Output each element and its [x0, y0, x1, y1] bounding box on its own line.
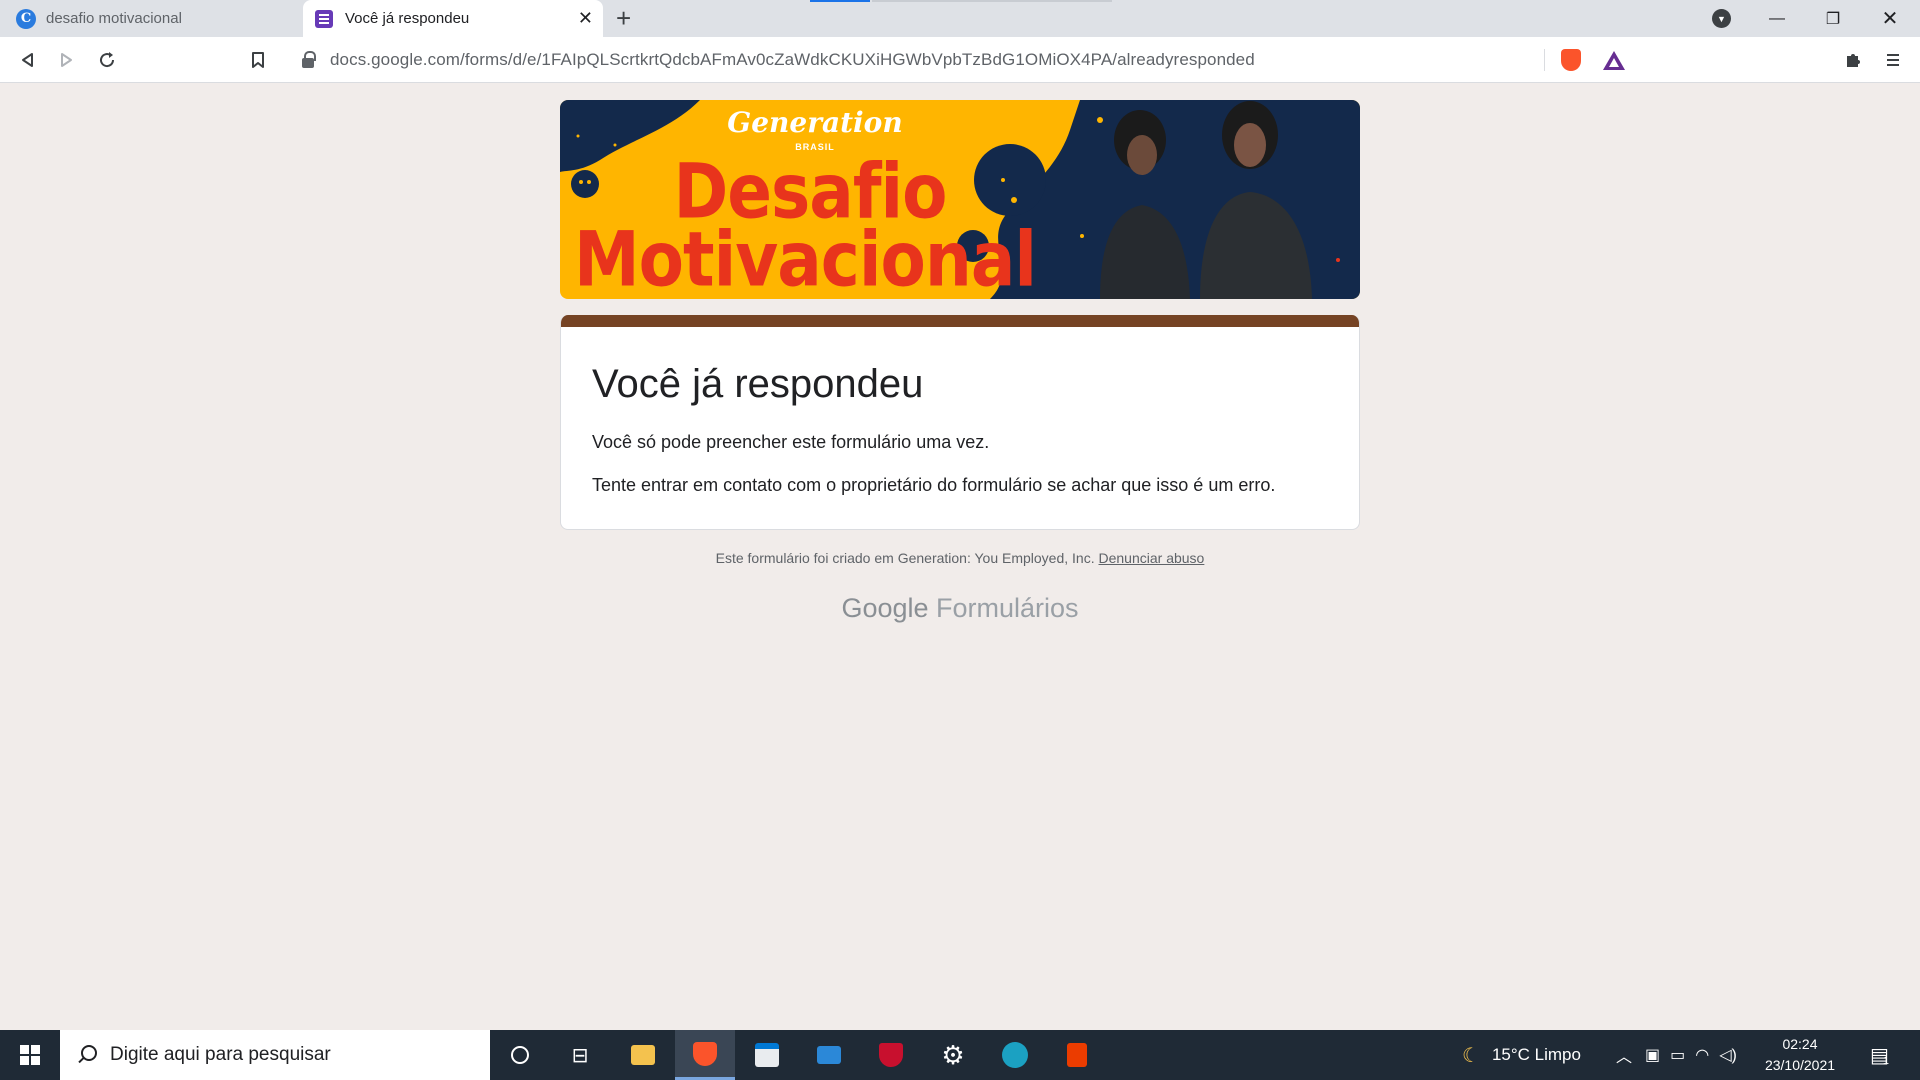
store-button[interactable] [737, 1030, 797, 1080]
task-view-icon: ⊟ [571, 1044, 589, 1067]
arrow-left-icon [22, 53, 33, 67]
arrow-right-icon [61, 53, 72, 67]
store-icon [755, 1043, 779, 1067]
mcafee-button[interactable] [861, 1030, 921, 1080]
reload-icon [100, 52, 115, 68]
created-by-text: Este formulário foi criado em Generation… [715, 550, 1095, 566]
app-button[interactable] [985, 1030, 1045, 1080]
restore-button[interactable]: ❐ [1808, 0, 1858, 37]
tab-desafio[interactable]: C desafio motivacional [0, 0, 303, 37]
chevron-up-icon: ︿ [1616, 1049, 1633, 1066]
cortana-button[interactable] [490, 1030, 550, 1080]
tab-title: desafio motivacional [46, 10, 182, 27]
browser-toolbar: docs.google.com/forms/d/e/1FAIpQLScrtkrt… [0, 37, 1920, 83]
moon-icon: ☾ [1462, 1044, 1480, 1067]
lock-icon[interactable] [302, 51, 316, 68]
bookmark-button[interactable] [243, 45, 273, 75]
divider [1544, 49, 1545, 71]
bookmark-icon [252, 51, 264, 68]
canva-icon: C [16, 8, 36, 29]
wifi-icon: ◠ [1695, 1047, 1710, 1064]
brave-browser-button[interactable] [675, 1030, 735, 1080]
office-button[interactable] [1047, 1030, 1107, 1080]
reload-button[interactable] [92, 45, 122, 75]
search-icon [76, 1045, 97, 1065]
page-title: Você já respondeu [592, 362, 924, 406]
task-view-button[interactable]: ⊟ [550, 1030, 610, 1080]
hamburger-icon [1887, 54, 1899, 66]
weather-widget[interactable]: ☾ 15°C Limpo [1462, 1030, 1581, 1080]
tab-bar: C desafio motivacional Você já respondeu… [0, 0, 1920, 37]
search-placeholder: Digite aqui para pesquisar [110, 1044, 331, 1065]
brave-shields-icon[interactable] [1561, 49, 1581, 71]
extensions-button[interactable] [1838, 45, 1868, 75]
mail-button[interactable] [799, 1030, 859, 1080]
new-tab-button[interactable]: + [616, 4, 631, 32]
close-icon[interactable]: ✕ [578, 8, 593, 29]
menu-button[interactable] [1878, 45, 1908, 75]
clock-time: 02:24 [1782, 1036, 1818, 1052]
minimize-button[interactable]: — [1752, 0, 1802, 37]
address-bar[interactable]: docs.google.com/forms/d/e/1FAIpQLScrtkrt… [285, 43, 1635, 77]
file-explorer-button[interactable] [613, 1030, 673, 1080]
mcafee-icon [879, 1043, 903, 1067]
windows-taskbar: Digite aqui para pesquisar ⊟ ⚙ ☾ 15°C Li… [0, 1030, 1920, 1080]
office-icon [1067, 1043, 1087, 1067]
tab-search-icon[interactable]: ▼ [1712, 9, 1731, 28]
clock-date: 23/10/2021 [1764, 1057, 1836, 1073]
google-forms-icon [315, 9, 333, 28]
windows-icon [20, 1045, 40, 1065]
form-footer-note: Este formulário foi criado em Generation… [560, 550, 1360, 566]
taskbar-search[interactable]: Digite aqui para pesquisar [60, 1030, 490, 1080]
tab-loading-bar [810, 0, 870, 2]
report-abuse-link[interactable]: Denunciar abuso [1099, 550, 1205, 566]
device-icon: ▣ [1645, 1047, 1661, 1064]
clock[interactable]: 02:24 23/10/2021 [1760, 1034, 1840, 1076]
folder-icon [631, 1045, 655, 1065]
gear-icon: ⚙ [941, 1039, 965, 1070]
brave-icon [693, 1041, 717, 1066]
puzzle-icon [1847, 54, 1860, 67]
tab-strip-line [872, 0, 1112, 2]
search-app-icon [1002, 1042, 1028, 1068]
banner-title-line2: Motivacional [574, 215, 1037, 299]
tray-overflow-button[interactable]: ︿ [1616, 1030, 1632, 1080]
forms-wordmark: Formulários [936, 593, 1079, 623]
tray-icons[interactable]: ▣ ▭ ◠ ◁) [1645, 1030, 1737, 1080]
card-accent-bar [561, 315, 1359, 327]
mail-icon [817, 1046, 841, 1064]
form-header-banner: Generation BRASIL Desafio Motivacional [560, 100, 1360, 299]
already-responded-card: Você já respondeu Você só pode preencher… [560, 315, 1360, 530]
notifications-button[interactable]: ▤ 1 [1870, 1030, 1889, 1080]
notification-count: 1 [1882, 1055, 1890, 1067]
settings-button[interactable]: ⚙ [923, 1030, 983, 1080]
tab-title: Você já respondeu [345, 10, 470, 27]
volume-icon: ◁) [1719, 1047, 1737, 1064]
message-text: Você só pode preencher este formulário u… [592, 432, 990, 452]
url-text[interactable]: docs.google.com/forms/d/e/1FAIpQLScrtkrt… [330, 50, 1255, 70]
cortana-icon [511, 1046, 529, 1064]
close-window-button[interactable]: ✕ [1865, 0, 1915, 37]
battery-icon: ▭ [1670, 1047, 1686, 1064]
google-wordmark: Google [841, 593, 929, 623]
google-forms-logo[interactable]: Google Formulários [560, 593, 1360, 624]
generation-logo: Generation [727, 106, 903, 139]
contact-owner-text: Tente entrar em contato com o proprietár… [592, 475, 1276, 495]
weather-text: 15°C Limpo [1491, 1045, 1581, 1064]
back-button[interactable] [12, 45, 42, 75]
tab-active-form[interactable]: Você já respondeu ✕ [303, 0, 603, 37]
forward-button[interactable] [52, 45, 82, 75]
start-button[interactable] [0, 1030, 60, 1080]
brave-rewards-icon[interactable] [1603, 51, 1625, 70]
